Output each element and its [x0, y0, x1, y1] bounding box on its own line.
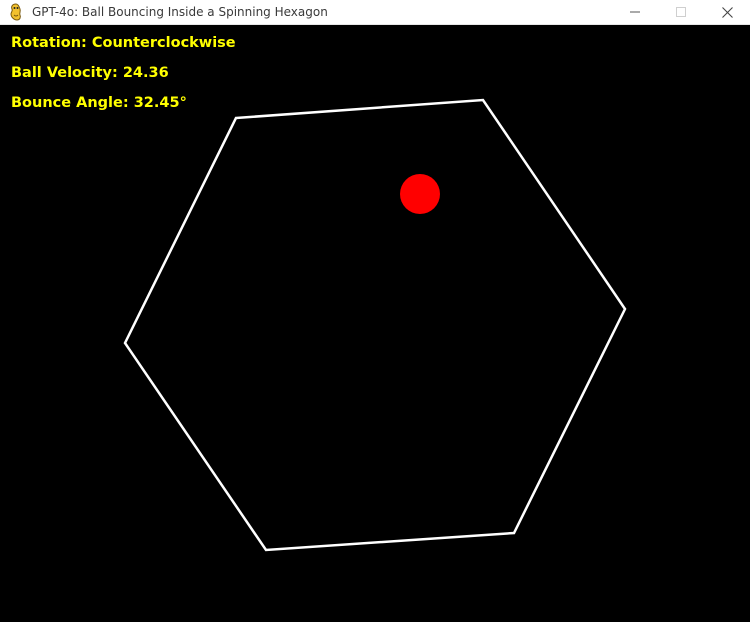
rotation-readout: Rotation: Counterclockwise [11, 35, 236, 51]
maximize-icon [676, 7, 686, 17]
close-icon [721, 6, 733, 18]
minimize-button[interactable] [612, 0, 658, 24]
title-bar[interactable]: GPT-4o: Ball Bouncing Inside a Spinning … [0, 0, 750, 25]
game-window: GPT-4o: Ball Bouncing Inside a Spinning … [0, 0, 750, 622]
game-canvas[interactable]: Rotation: Counterclockwise Ball Velocity… [0, 25, 750, 622]
window-title: GPT-4o: Ball Bouncing Inside a Spinning … [32, 5, 328, 19]
maximize-button[interactable] [658, 0, 704, 24]
velocity-readout: Ball Velocity: 24.36 [11, 65, 169, 81]
bounce-angle-readout: Bounce Angle: 32.45° [11, 95, 187, 111]
bouncing-ball [400, 174, 440, 214]
spinning-hexagon [123, 98, 627, 552]
minimize-icon [630, 7, 640, 17]
pygame-snake-icon [8, 3, 24, 21]
game-scene [123, 98, 627, 552]
close-button[interactable] [704, 0, 750, 24]
